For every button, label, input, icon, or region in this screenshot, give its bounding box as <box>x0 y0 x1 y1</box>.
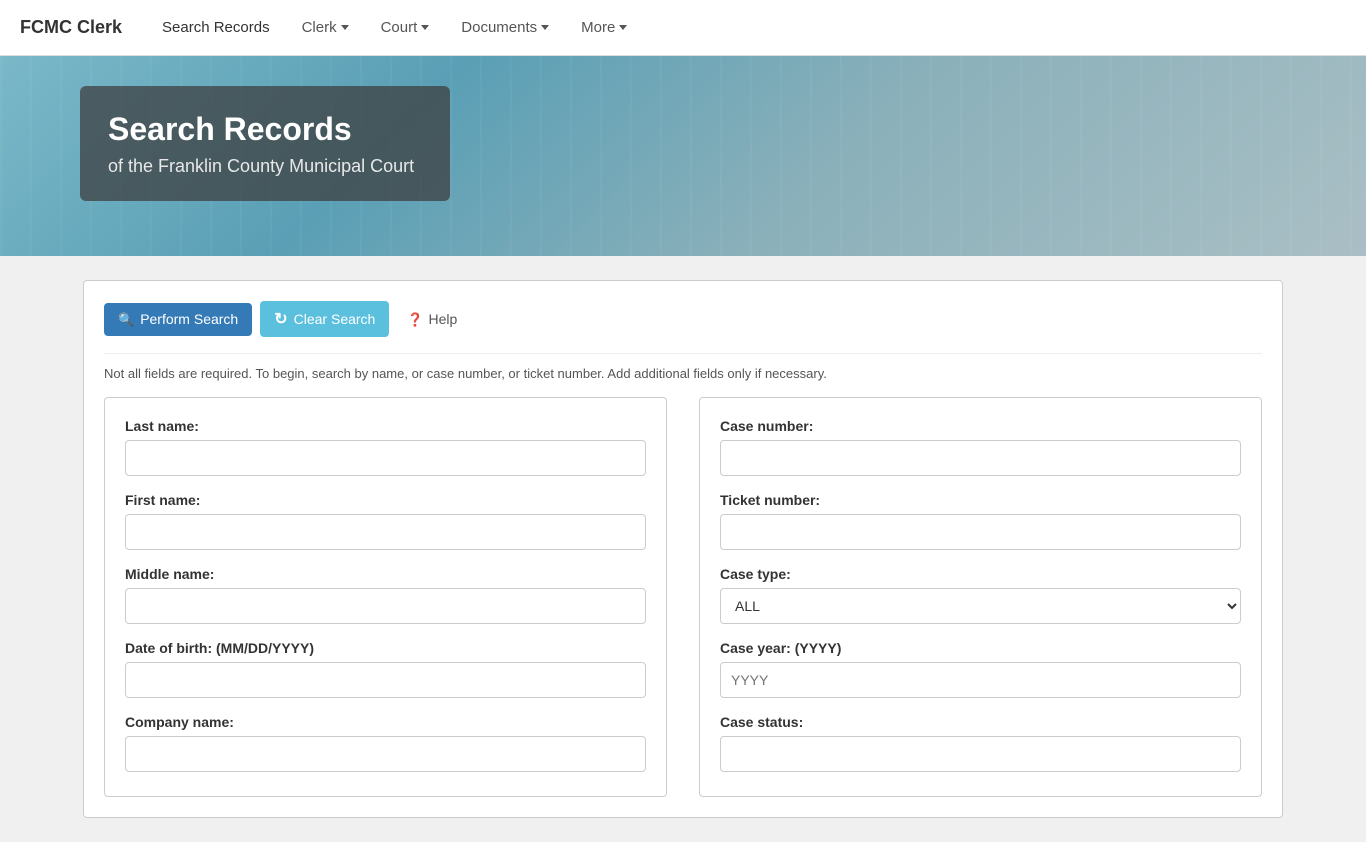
nav-court[interactable]: Court <box>369 11 442 44</box>
case-number-group: Case number: <box>720 418 1241 476</box>
right-form-column: Case number: Ticket number: Case type: A… <box>699 397 1262 797</box>
help-button[interactable]: Help <box>397 303 467 336</box>
more-dropdown-caret <box>619 25 627 30</box>
search-panel: Perform Search Clear Search Help Not all… <box>83 280 1283 818</box>
case-type-label: Case type: <box>720 566 1241 582</box>
nav-search-records[interactable]: Search Records <box>150 11 282 44</box>
case-status-input[interactable] <box>720 736 1241 772</box>
case-number-label: Case number: <box>720 418 1241 434</box>
case-year-label: Case year: (YYYY) <box>720 640 1241 656</box>
hero-overlay: Search Records of the Franklin County Mu… <box>80 86 450 201</box>
case-type-select[interactable]: ALL Civil Criminal Traffic Small Claims <box>720 588 1241 624</box>
middle-name-input[interactable] <box>125 588 646 624</box>
refresh-icon <box>274 309 287 329</box>
first-name-label: First name: <box>125 492 646 508</box>
case-status-label: Case status: <box>720 714 1241 730</box>
company-name-input[interactable] <box>125 736 646 772</box>
clerk-dropdown-caret <box>341 25 349 30</box>
dob-input[interactable] <box>125 662 646 698</box>
middle-name-group: Middle name: <box>125 566 646 624</box>
search-icon <box>118 311 134 328</box>
nav-documents[interactable]: Documents <box>449 11 561 44</box>
hero-banner: Search Records of the Franklin County Mu… <box>0 56 1366 256</box>
ticket-number-group: Ticket number: <box>720 492 1241 550</box>
clear-search-button[interactable]: Clear Search <box>260 301 389 337</box>
help-icon <box>407 311 423 328</box>
case-number-input[interactable] <box>720 440 1241 476</box>
left-form-column: Last name: First name: Middle name: Date… <box>104 397 667 797</box>
last-name-group: Last name: <box>125 418 646 476</box>
case-type-group: Case type: ALL Civil Criminal Traffic Sm… <box>720 566 1241 624</box>
form-grid: Last name: First name: Middle name: Date… <box>104 397 1262 797</box>
documents-dropdown-caret <box>541 25 549 30</box>
app-brand[interactable]: FCMC Clerk <box>20 17 122 38</box>
nav-more[interactable]: More <box>569 11 639 44</box>
case-year-group: Case year: (YYYY) <box>720 640 1241 698</box>
last-name-label: Last name: <box>125 418 646 434</box>
company-name-label: Company name: <box>125 714 646 730</box>
dob-group: Date of birth: (MM/DD/YYYY) <box>125 640 646 698</box>
nav-clerk[interactable]: Clerk <box>290 11 361 44</box>
case-status-group: Case status: <box>720 714 1241 772</box>
company-name-group: Company name: <box>125 714 646 772</box>
ticket-number-input[interactable] <box>720 514 1241 550</box>
main-content: Perform Search Clear Search Help Not all… <box>0 256 1366 842</box>
ticket-number-label: Ticket number: <box>720 492 1241 508</box>
court-dropdown-caret <box>421 25 429 30</box>
hint-text: Not all fields are required. To begin, s… <box>104 353 1262 381</box>
case-year-input[interactable] <box>720 662 1241 698</box>
last-name-input[interactable] <box>125 440 646 476</box>
first-name-group: First name: <box>125 492 646 550</box>
hero-title: Search Records <box>108 110 414 148</box>
hero-subtitle: of the Franklin County Municipal Court <box>108 156 414 177</box>
first-name-input[interactable] <box>125 514 646 550</box>
dob-label: Date of birth: (MM/DD/YYYY) <box>125 640 646 656</box>
navbar: FCMC Clerk Search Records Clerk Court Do… <box>0 0 1366 56</box>
action-bar: Perform Search Clear Search Help <box>104 301 1262 337</box>
middle-name-label: Middle name: <box>125 566 646 582</box>
perform-search-button[interactable]: Perform Search <box>104 303 252 336</box>
